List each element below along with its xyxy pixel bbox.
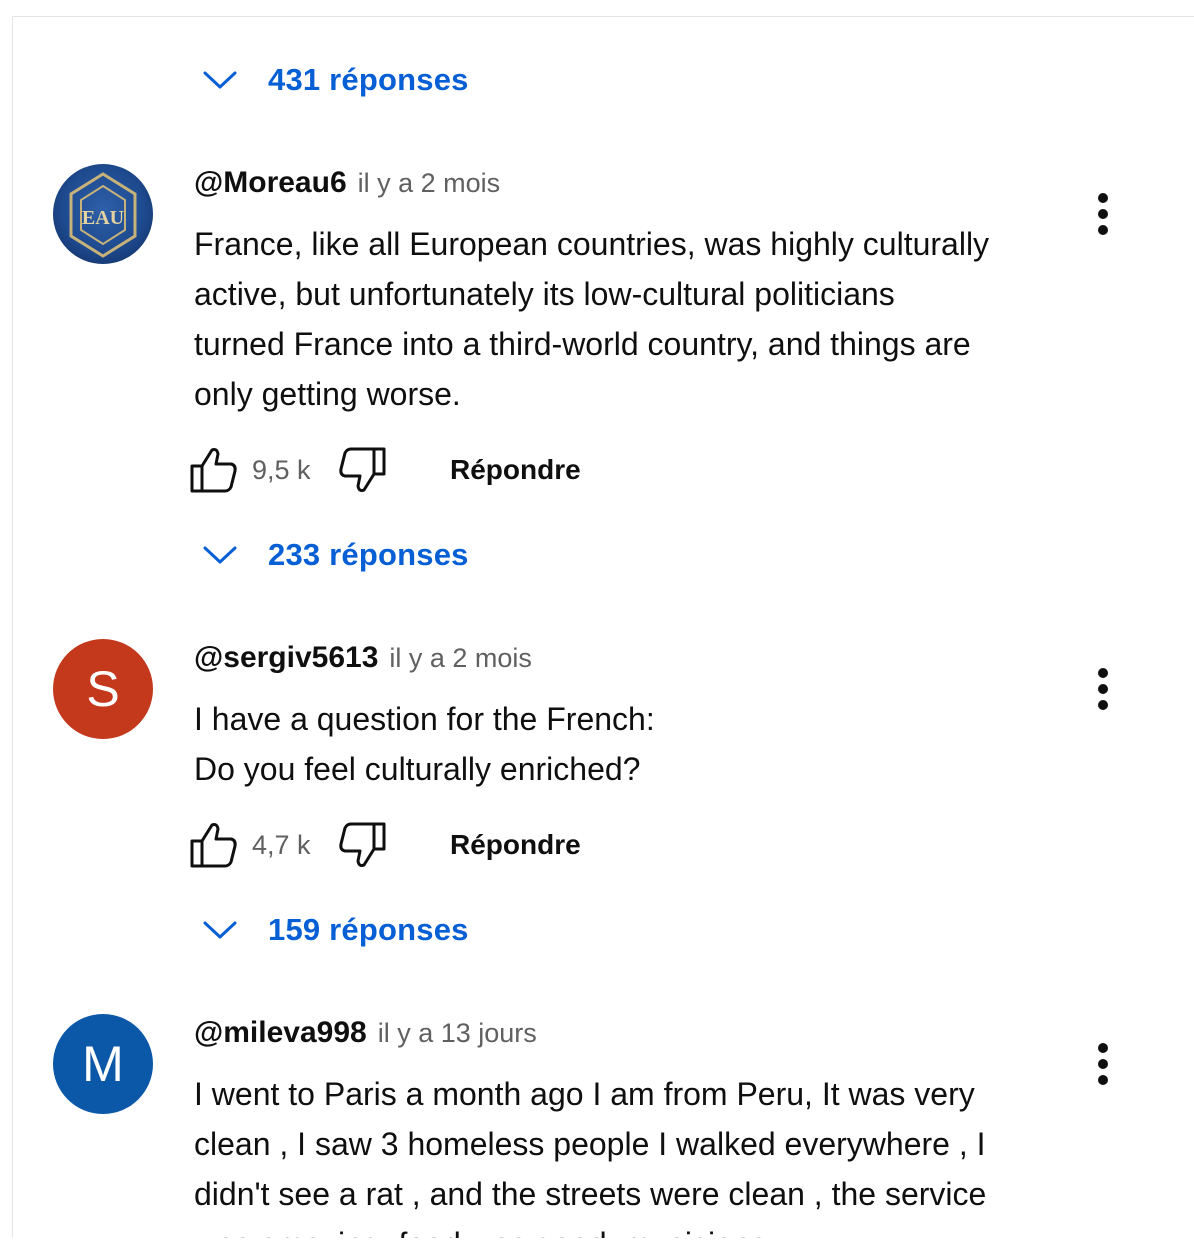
vertical-dots-icon — [1098, 1043, 1108, 1085]
comment-text: I went to Paris a month ago I am from Pe… — [194, 1076, 987, 1238]
comment-actions: 4,7 k Répondre — [186, 817, 581, 873]
svg-text:EAU: EAU — [82, 207, 124, 229]
thumbs-up-icon — [190, 823, 237, 868]
like-count: 9,5 k — [252, 454, 311, 485]
comment-text: I have a question for the French: Do you… — [194, 701, 655, 787]
more-actions-button[interactable] — [1078, 189, 1128, 239]
avatar[interactable]: M — [53, 1014, 153, 1114]
avatar[interactable]: S — [53, 639, 153, 739]
reply-button[interactable]: Répondre — [450, 829, 581, 861]
thumbs-down-icon — [339, 447, 386, 492]
comment-header: @Moreau6 il y a 2 mois — [194, 166, 500, 206]
chevron-down-icon — [196, 906, 244, 954]
replies-toggle-top[interactable]: 431 réponses — [196, 55, 469, 105]
reply-button[interactable]: Répondre — [450, 454, 581, 486]
comment-timestamp[interactable]: il y a 2 mois — [358, 168, 501, 199]
comment-actions: 9,5 k Répondre — [186, 442, 581, 498]
vertical-dots-icon — [1098, 668, 1108, 710]
like-count: 4,7 k — [252, 829, 311, 860]
thumbs-up-icon — [190, 448, 237, 493]
comment-timestamp[interactable]: il y a 13 jours — [378, 1018, 537, 1049]
comments-panel-frame — [12, 16, 1194, 1240]
channel-logo-icon: EAU — [69, 172, 137, 258]
comment-author[interactable]: @sergiv5613 — [194, 641, 378, 675]
comment-timestamp[interactable]: il y a 2 mois — [389, 643, 532, 674]
replies-toggle[interactable]: 233 réponses — [196, 530, 469, 580]
comment-header: @mileva998 il y a 13 jours — [194, 1016, 537, 1056]
comment-author[interactable]: @mileva998 — [194, 1016, 367, 1050]
avatar-letter: S — [86, 661, 120, 717]
comment-author[interactable]: @Moreau6 — [194, 166, 347, 200]
viewport-bottom-edge — [0, 1238, 1194, 1255]
like-button[interactable] — [186, 443, 240, 497]
comment-header: @sergiv5613 il y a 2 mois — [194, 641, 532, 681]
avatar[interactable]: EAU — [53, 164, 153, 264]
avatar-letter: M — [82, 1036, 124, 1092]
more-actions-button[interactable] — [1078, 1039, 1128, 1089]
chevron-down-icon — [196, 56, 244, 104]
replies-count-label: 159 réponses — [268, 912, 469, 947]
like-button[interactable] — [186, 818, 240, 872]
thumbs-down-icon — [339, 822, 386, 867]
more-actions-button[interactable] — [1078, 664, 1128, 714]
vertical-dots-icon — [1098, 193, 1108, 235]
dislike-button[interactable] — [336, 818, 390, 872]
replies-count-label: 233 réponses — [268, 537, 469, 572]
dislike-button[interactable] — [336, 443, 390, 497]
replies-count-label: 431 réponses — [268, 62, 469, 97]
chevron-down-icon — [196, 531, 244, 579]
replies-toggle[interactable]: 159 réponses — [196, 905, 469, 955]
comment-text: France, like all European countries, was… — [194, 226, 990, 412]
